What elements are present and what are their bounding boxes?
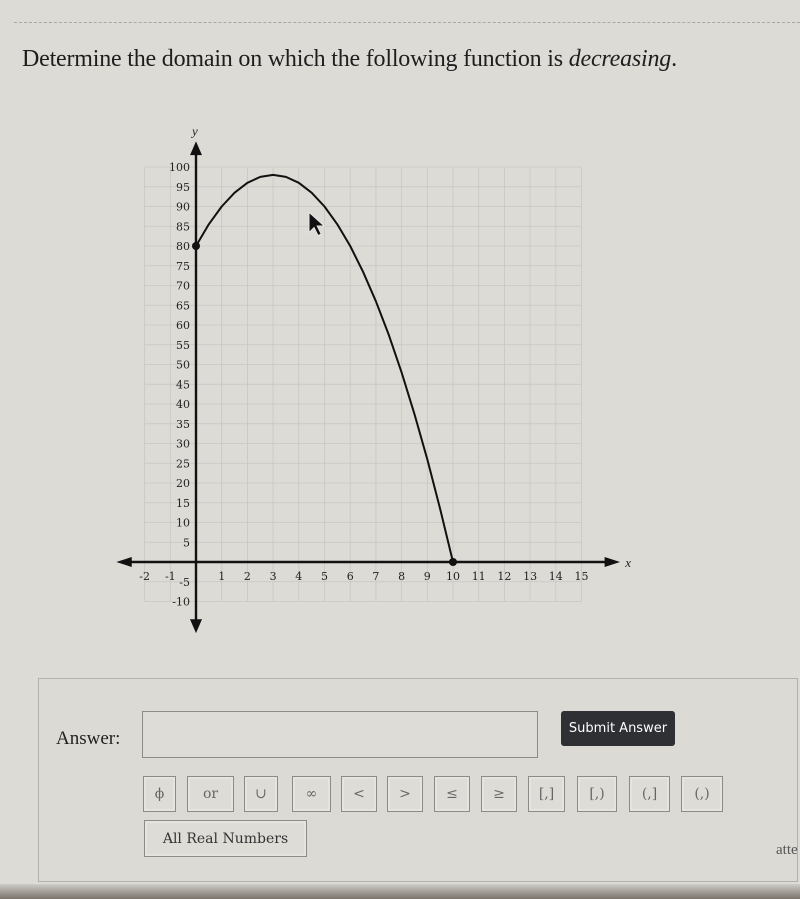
submit-answer-button[interactable]: Submit Answer bbox=[561, 711, 675, 746]
y-tick-label: 35 bbox=[176, 418, 190, 431]
function-graph: x y -2 -1 1 2 3 4 5 6 7 8 9 10 11 12 13 14 15 100 95 90 85 80 75… bbox=[100, 120, 660, 640]
y-tick-label: 25 bbox=[176, 457, 190, 470]
y-tick-label: 65 bbox=[176, 299, 190, 312]
x-axis-right-arrow bbox=[604, 557, 621, 567]
y-tick-label: 60 bbox=[176, 319, 190, 332]
x-tick-label: 2 bbox=[244, 570, 251, 583]
y-tick-label: 85 bbox=[176, 220, 190, 233]
y-tick-label: 5 bbox=[183, 536, 190, 549]
y-axis-up-arrow bbox=[190, 141, 202, 156]
union-button[interactable]: ∪ bbox=[244, 776, 278, 812]
y-tick-label: 75 bbox=[176, 260, 190, 273]
greater-equal-button[interactable]: ≥ bbox=[481, 776, 517, 812]
endpoint-dot bbox=[449, 558, 457, 566]
x-tick-label: 5 bbox=[321, 570, 328, 583]
top-divider bbox=[14, 22, 800, 23]
graph-svg: xy-2 -1 1 2 3 4 5 6 7 8 9 10 11 12 13 14 151009590858075… bbox=[116, 123, 631, 634]
answer-input[interactable] bbox=[142, 711, 538, 758]
y-tick-label: 100 bbox=[169, 161, 190, 174]
y-tick-label: 40 bbox=[176, 398, 190, 411]
x-tick-label: 13 bbox=[523, 570, 537, 583]
x-tick-label: -1 bbox=[165, 570, 176, 583]
x-tick-label: 8 bbox=[398, 570, 405, 583]
empty-set-button[interactable]: ϕ bbox=[143, 776, 176, 812]
closed-open-button[interactable]: [,) bbox=[577, 776, 617, 812]
y-axis-down-arrow bbox=[190, 619, 202, 634]
y-axis-label: y bbox=[190, 123, 198, 138]
y-tick-label: -10 bbox=[172, 596, 190, 609]
mouse-cursor-icon bbox=[308, 211, 326, 236]
x-tick-label: 7 bbox=[372, 570, 379, 583]
y-tick-label: 80 bbox=[176, 240, 190, 253]
y-tick-label: 45 bbox=[176, 378, 190, 391]
all-real-numbers-button[interactable]: All Real Numbers bbox=[144, 820, 307, 857]
x-tick-label: 14 bbox=[549, 570, 563, 583]
open-open-button[interactable]: (,) bbox=[681, 776, 723, 812]
x-tick-label: 11 bbox=[472, 570, 486, 583]
question-suffix: . bbox=[671, 46, 677, 72]
or-button[interactable]: or bbox=[187, 776, 234, 812]
less-equal-button[interactable]: ≤ bbox=[434, 776, 470, 812]
y-tick-label: 50 bbox=[176, 359, 190, 372]
y-tick-label: 90 bbox=[176, 201, 190, 214]
y-tick-label: 10 bbox=[176, 517, 190, 530]
y-tick-label: 20 bbox=[176, 477, 190, 490]
y-tick-label: 15 bbox=[176, 497, 190, 510]
x-tick-label: 9 bbox=[424, 570, 431, 583]
answer-label: Answer: bbox=[56, 728, 121, 749]
bottom-edge bbox=[0, 884, 800, 899]
infinity-button[interactable]: ∞ bbox=[292, 776, 331, 812]
y-tick-label: -5 bbox=[179, 576, 190, 589]
x-tick-label: 6 bbox=[347, 570, 354, 583]
open-closed-button[interactable]: (,] bbox=[629, 776, 670, 812]
y-tick-label: 55 bbox=[176, 339, 190, 352]
closed-closed-button[interactable]: [,] bbox=[528, 776, 565, 812]
question-prompt: Determine the domain on which the follow… bbox=[22, 46, 677, 73]
x-tick-label: 1 bbox=[218, 570, 225, 583]
endpoint-dot bbox=[192, 242, 200, 250]
x-tick-label: 3 bbox=[270, 570, 277, 583]
x-tick-label: 4 bbox=[295, 570, 302, 583]
y-tick-label: 95 bbox=[176, 181, 190, 194]
x-axis-label: x bbox=[624, 555, 631, 570]
y-tick-label: 30 bbox=[176, 438, 190, 451]
y-tick-label: 70 bbox=[176, 280, 190, 293]
greater-than-button[interactable]: > bbox=[387, 776, 423, 812]
less-than-button[interactable]: < bbox=[341, 776, 377, 812]
question-emphasis: decreasing bbox=[568, 46, 672, 72]
attempt-text: atte bbox=[776, 842, 798, 858]
x-tick-label: 12 bbox=[497, 570, 511, 583]
x-axis-left-arrow bbox=[116, 557, 132, 567]
x-tick-label: -2 bbox=[139, 570, 150, 583]
x-tick-label: 10 bbox=[446, 570, 460, 583]
question-text: Determine the domain on which the follow… bbox=[22, 46, 569, 72]
x-tick-label: 15 bbox=[575, 570, 589, 583]
